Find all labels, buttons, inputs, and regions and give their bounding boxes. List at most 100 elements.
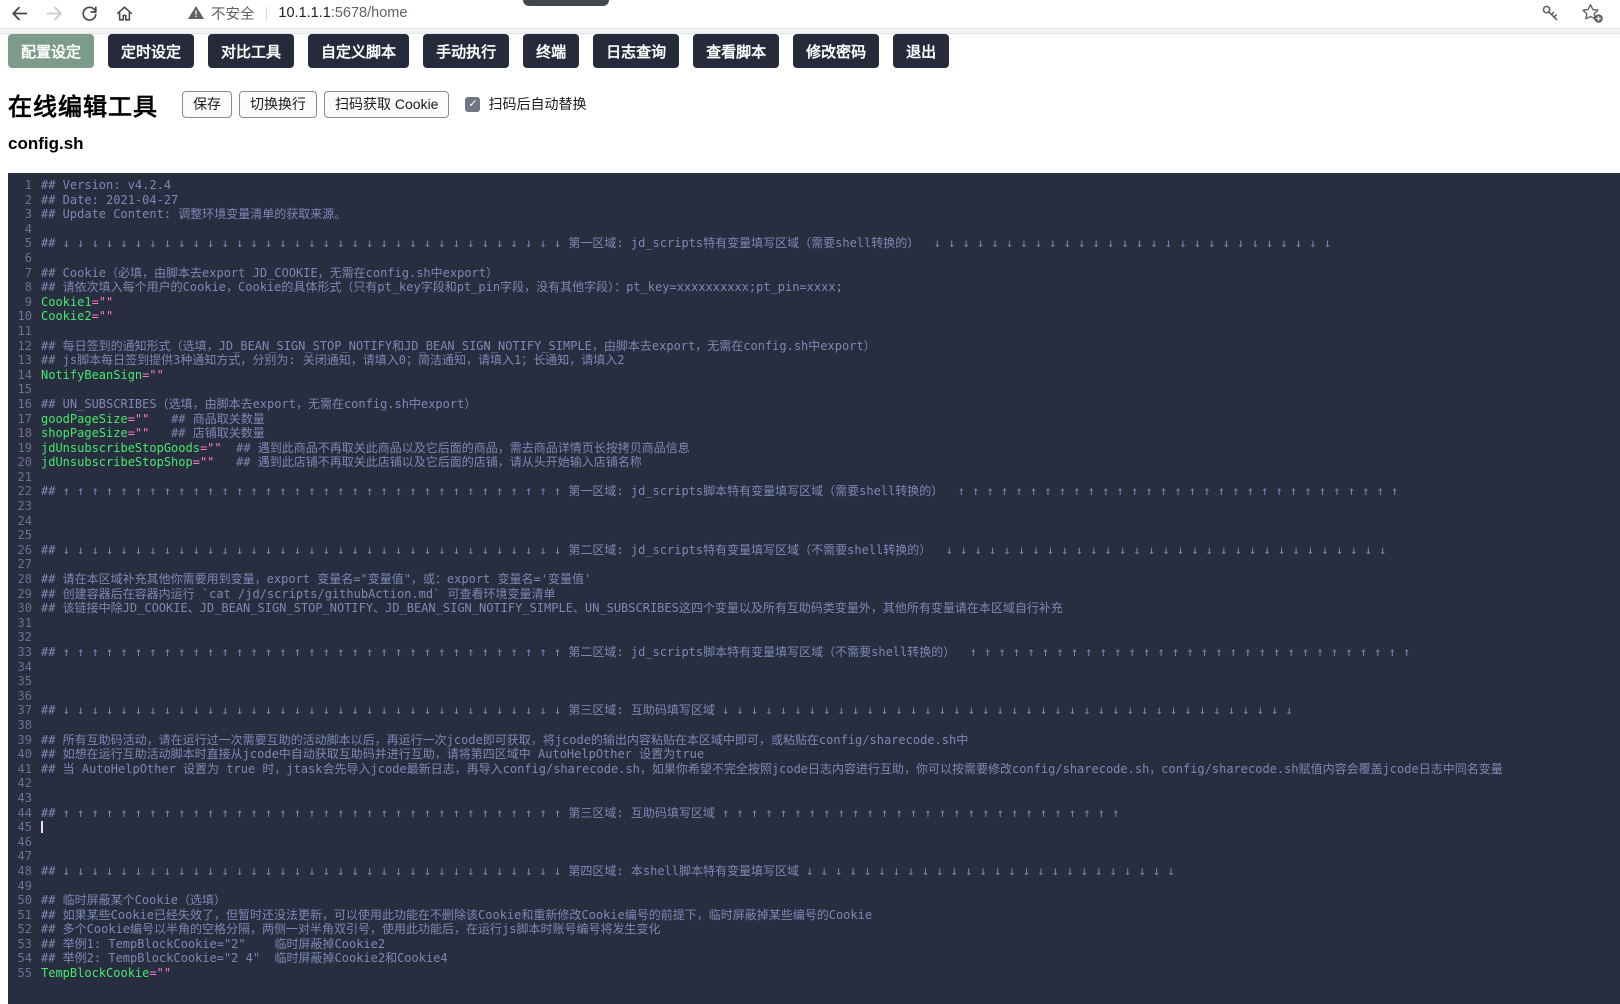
line-number: 2 [8, 193, 32, 208]
line-number: 9 [8, 295, 32, 310]
code-line: 34 [8, 660, 1620, 675]
nav-button-log-query[interactable]: 日志查询 [593, 34, 679, 68]
line-number: 55 [8, 966, 32, 981]
code-token: ## 如果某些Cookie已经失效了，但暂时还没法更新，可以使用此功能在不删除该… [41, 908, 872, 922]
line-number: 25 [8, 528, 32, 543]
nav-button-manual-run[interactable]: 手动执行 [423, 34, 509, 68]
code-token: ## Update Content: 调整环境变量清单的获取来源。 [41, 207, 346, 221]
code-token: ="" [193, 455, 215, 469]
line-number: 36 [8, 689, 32, 704]
code-token: TempBlockCookie [41, 966, 149, 980]
url-host[interactable]: 10.1.1.1 [278, 5, 330, 21]
code-line: 2 ## Date: 2021-04-27 [8, 193, 1620, 208]
code-line: 39## 所有互助码活动，请在运行过一次需要互助的活动脚本以后，再运行一次jco… [8, 733, 1620, 748]
code-token: jdUnsubscribeStopGoods [41, 441, 200, 455]
line-number: 4 [8, 222, 32, 237]
code-token: ## 店铺取关数量 [149, 426, 264, 440]
back-icon[interactable] [8, 2, 30, 24]
line-number: 39 [8, 733, 32, 748]
line-number: 44 [8, 806, 32, 821]
line-number: 12 [8, 339, 32, 354]
favorite-star-add-icon[interactable] [1581, 3, 1604, 24]
not-secure-warning-icon[interactable]: ! [188, 5, 204, 21]
code-token: ↑ ↑ ↑ ↑ ↑ ↑ ↑ ↑ ↑ ↑ ↑ ↑ ↑ ↑ ↑ ↑ ↑ ↑ ↑ ↑ … [970, 645, 1418, 659]
code-token: ↑ ↑ ↑ ↑ ↑ ↑ ↑ ↑ ↑ ↑ ↑ ↑ ↑ ↑ ↑ ↑ ↑ ↑ ↑ ↑ … [63, 806, 569, 820]
code-token: ## 临时屏蔽某个Cookie（选填） [41, 893, 226, 907]
nav-button-config-settings[interactable]: 配置设定 [8, 34, 94, 68]
auto-replace-label: 扫码后自动替换 [488, 94, 586, 114]
nav-button-custom-script[interactable]: 自定义脚本 [308, 34, 409, 68]
password-key-icon[interactable] [1540, 3, 1561, 24]
url-path[interactable]: :5678/home [331, 5, 408, 21]
code-token: 第三区域: 互助码填写区域 [568, 703, 722, 717]
code-line: 18shopPageSize="" ## 店铺取关数量 [8, 426, 1620, 441]
line-number: 28 [8, 572, 32, 587]
code-token: 第一区域: jd_scripts特有变量填写区域（需要shell转换的） [568, 236, 933, 250]
code-token: ## 举例2: TempBlockCookie="2 4" 临时屏蔽掉Cooki… [41, 951, 448, 965]
scan-cookie-button[interactable]: 扫码获取 Cookie [324, 91, 449, 118]
line-number: 17 [8, 412, 32, 427]
nav-button-logout[interactable]: 退出 [893, 34, 949, 68]
line-number: 10 [8, 309, 32, 324]
code-line: 21 [8, 470, 1620, 485]
code-token: ="" [149, 966, 171, 980]
save-button[interactable]: 保存 [182, 91, 232, 118]
code-token: ## [41, 543, 63, 557]
line-number: 20 [8, 455, 32, 470]
nav-button-compare-tool[interactable]: 对比工具 [208, 34, 294, 68]
code-line: 23 [8, 499, 1620, 514]
code-token: goodPageSize [41, 412, 128, 426]
code-token: ↓ ↓ ↓ ↓ ↓ ↓ ↓ ↓ ↓ ↓ ↓ ↓ ↓ ↓ ↓ ↓ ↓ ↓ ↓ ↓ … [722, 703, 1300, 717]
code-token: ## 创建容器后在容器内运行 `cat /jd/scripts/githubAc… [41, 587, 556, 601]
home-icon[interactable] [113, 2, 135, 24]
nav-button-timer-settings[interactable]: 定时设定 [108, 34, 194, 68]
code-editor[interactable]: 1## Version: v4.2.42## Date: 2021-04-273… [8, 173, 1620, 1004]
code-line: 8## 请依次填入每个用户的Cookie，Cookie的具体形式（只有pt_ke… [8, 280, 1620, 295]
code-token: ## 遇到此店铺不再取关此店铺以及它后面的店铺，请从头开始输入店铺名称 [214, 455, 641, 469]
code-line: 5## ↓ ↓ ↓ ↓ ↓ ↓ ↓ ↓ ↓ ↓ ↓ ↓ ↓ ↓ ↓ ↓ ↓ ↓ … [8, 236, 1620, 251]
code-line: 51 ## 如果某些Cookie已经失效了，但暂时还没法更新，可以使用此功能在不删… [8, 908, 1620, 923]
code-token: ## [41, 236, 63, 250]
line-number: 43 [8, 791, 32, 806]
auto-replace-checkbox[interactable]: ✓ [465, 97, 480, 112]
code-lines: 1## Version: v4.2.42## Date: 2021-04-273… [8, 178, 1620, 981]
code-token: ↓ ↓ ↓ ↓ ↓ ↓ ↓ ↓ ↓ ↓ ↓ ↓ ↓ ↓ ↓ ↓ ↓ ↓ ↓ ↓ … [934, 236, 1339, 250]
code-line: 47 [8, 849, 1620, 864]
forward-icon[interactable] [43, 2, 65, 24]
line-number: 54 [8, 951, 32, 966]
nav-button-terminal[interactable]: 终端 [523, 34, 579, 68]
code-token: ="" [92, 309, 114, 323]
line-number: 51 [8, 908, 32, 923]
refresh-icon[interactable] [78, 2, 100, 24]
code-line: 15 [8, 382, 1620, 397]
code-line: 38 [8, 718, 1620, 733]
line-number: 24 [8, 514, 32, 529]
toggle-wrap-button[interactable]: 切换换行 [239, 91, 317, 118]
code-line: 41## 当 AutoHelpOther 设置为 true 时，jtask会先导… [8, 762, 1620, 777]
code-line: 24 [8, 514, 1620, 529]
code-token: ## 多个Cookie编号以半角的空格分隔，两侧一对半角双引号，使用此功能后，在… [41, 922, 660, 936]
line-number: 49 [8, 879, 32, 894]
line-number: 40 [8, 747, 32, 762]
code-token: ="" [128, 426, 150, 440]
nav-button-view-script[interactable]: 查看脚本 [693, 34, 779, 68]
editor-toolbar: 在线编辑工具 保存 切换换行 扫码获取 Cookie ✓ 扫码后自动替换 [0, 89, 1620, 119]
code-line: 27 [8, 557, 1620, 572]
line-number: 41 [8, 762, 32, 777]
code-line: 3## Update Content: 调整环境变量清单的获取来源。 [8, 207, 1620, 222]
code-token: ↓ ↓ ↓ ↓ ↓ ↓ ↓ ↓ ↓ ↓ ↓ ↓ ↓ ↓ ↓ ↓ ↓ ↓ ↓ ↓ … [63, 703, 569, 717]
code-token: ## Date: 2021-04-27 [41, 193, 178, 207]
line-number: 14 [8, 368, 32, 383]
code-line: 50## 临时屏蔽某个Cookie（选填） [8, 893, 1620, 908]
code-token: ## js脚本每日签到提供3种通知方式，分别为: 关闭通知，请填入0；简洁通知，… [41, 353, 624, 367]
code-line: 19jdUnsubscribeStopGoods="" ## 遇到此商品不再取关… [8, 441, 1620, 456]
nav-button-change-password[interactable]: 修改密码 [793, 34, 879, 68]
code-token: ## Cookie（必填，由脚本去export JD_COOKIE，无需在con… [41, 266, 498, 280]
security-label[interactable]: 不安全 [211, 3, 255, 24]
line-number: 18 [8, 426, 32, 441]
text-cursor [41, 821, 43, 833]
browser-tab-fragment [523, 0, 609, 6]
code-line: 32 [8, 630, 1620, 645]
line-number: 21 [8, 470, 32, 485]
address-bar[interactable]: ! 不安全 | 10.1.1.1 :5678/home [188, 0, 407, 26]
